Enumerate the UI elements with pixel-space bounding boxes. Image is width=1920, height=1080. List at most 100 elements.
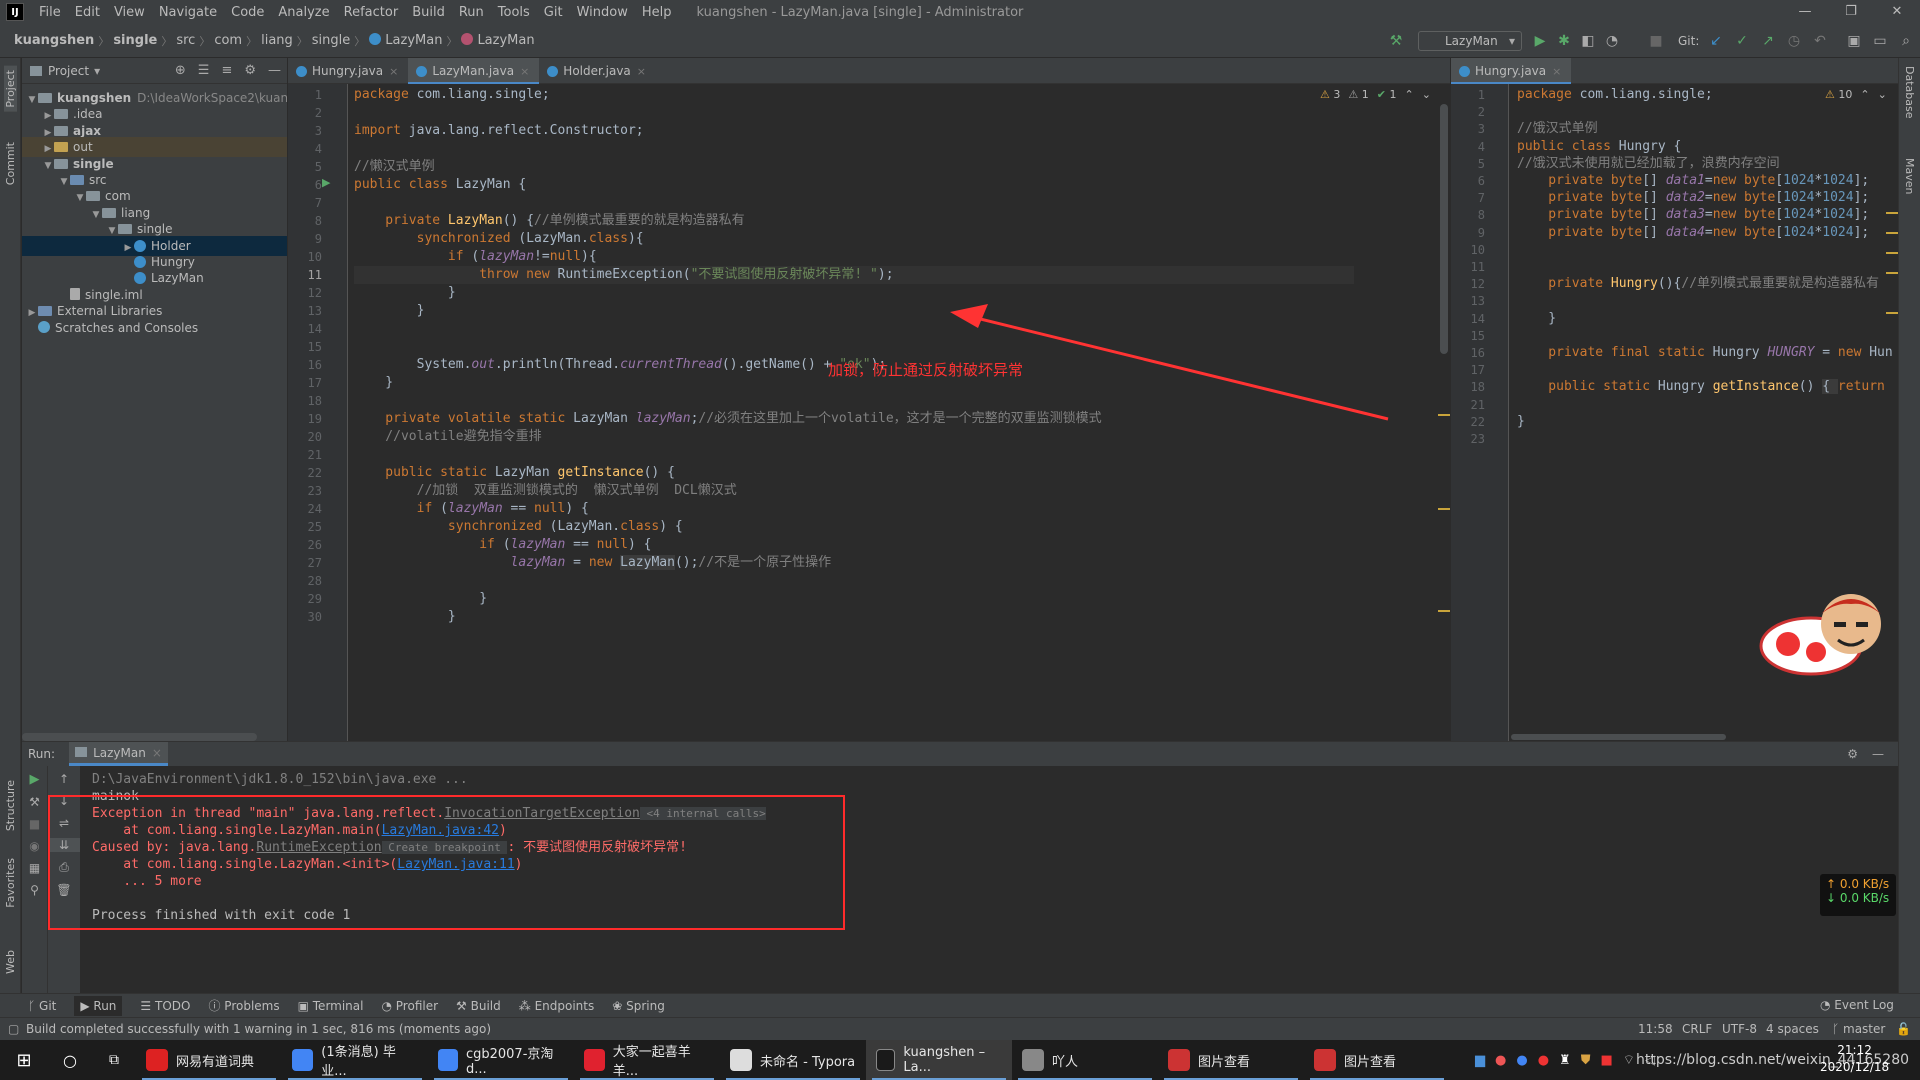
task-view-icon[interactable]: ⧉ — [92, 1052, 136, 1068]
search-circle-icon[interactable]: ○ — [48, 1051, 92, 1070]
menu-item-help[interactable]: Help — [635, 5, 679, 20]
tray-app-icon[interactable]: ♜ — [1559, 1053, 1571, 1068]
tool-window-favorites[interactable]: Favorites — [4, 858, 17, 908]
editor-tab[interactable]: Hungry.java × — [1451, 58, 1572, 85]
breadcrumb-project[interactable]: kuangshen — [10, 33, 98, 48]
tool-tab-todo[interactable]: ☰ TODO — [140, 999, 190, 1013]
minimize-button[interactable]: — — [1782, 0, 1828, 24]
menu-item-analyze[interactable]: Analyze — [271, 5, 336, 20]
run-icon[interactable]: ▶ — [1532, 33, 1548, 49]
layout-icon[interactable]: ▦ — [22, 861, 47, 875]
gear-icon[interactable]: ⚙ — [244, 63, 256, 78]
tool-window-maven[interactable]: Maven — [1903, 158, 1916, 194]
close-icon[interactable]: × — [1552, 65, 1561, 78]
stop-icon[interactable]: ■ — [22, 817, 47, 831]
horizontal-scrollbar[interactable] — [22, 733, 257, 741]
menu-item-tools[interactable]: Tools — [491, 5, 537, 20]
editor-tab[interactable]: Holder.java × — [539, 58, 656, 84]
inspection-widget-right[interactable]: ⚠ 10 ⌃ ⌄ — [1821, 88, 1887, 101]
tray-app-icon[interactable]: ● — [1495, 1053, 1506, 1068]
hide-icon[interactable]: — — [1872, 747, 1884, 761]
menu-item-code[interactable]: Code — [224, 5, 271, 20]
taskbar-app[interactable]: 大家一起喜羊羊... — [574, 1040, 720, 1080]
chevron-down-icon[interactable]: ▾ — [94, 64, 100, 78]
menu-item-navigate[interactable]: Navigate — [152, 5, 224, 20]
close-icon[interactable]: × — [152, 746, 162, 760]
caret-position[interactable]: 11:58 — [1638, 1018, 1673, 1040]
wifi-icon[interactable]: ⌔ — [1623, 1052, 1635, 1068]
taskbar-app[interactable]: 图片查看 — [1158, 1040, 1304, 1080]
run-tab[interactable]: LazyMan × — [69, 742, 168, 766]
project-structure-icon[interactable]: ▣ — [1846, 33, 1862, 49]
close-icon[interactable]: × — [637, 65, 646, 78]
status-message[interactable]: Build completed successfully with 1 warn… — [26, 1018, 491, 1040]
pin-icon[interactable]: ⚲ — [22, 883, 47, 897]
collapse-all-icon[interactable]: ≡ — [221, 63, 232, 78]
tool-tab-problems[interactable]: ⓘ Problems — [208, 997, 279, 1014]
tray-app-icon[interactable]: ● — [1538, 1053, 1549, 1068]
editor-tab[interactable]: Hungry.java × — [288, 58, 408, 84]
error-stripe-mark[interactable] — [1886, 252, 1898, 254]
taskbar-app[interactable]: 网易有道词典 — [136, 1040, 282, 1080]
tree-item[interactable]: Scratches and Consoles — [22, 318, 287, 338]
hide-icon[interactable]: — — [268, 63, 281, 78]
debug-icon[interactable]: ✱ — [1556, 33, 1572, 49]
gear-icon[interactable]: ⚙ — [1847, 747, 1858, 761]
taskbar-app[interactable]: 图片查看 — [1304, 1040, 1450, 1080]
menu-item-run[interactable]: Run — [452, 5, 491, 20]
tool-window-database[interactable]: Database — [1903, 66, 1916, 119]
close-icon[interactable]: × — [520, 65, 529, 78]
horizontal-scrollbar[interactable] — [1511, 734, 1726, 740]
file-encoding[interactable]: UTF-8 — [1722, 1018, 1757, 1040]
breadcrumb-com[interactable]: com — [210, 33, 246, 48]
locate-icon[interactable]: ⊕ — [175, 63, 186, 78]
rollback-icon[interactable]: ↶ — [1812, 33, 1828, 49]
close-icon[interactable]: × — [389, 65, 398, 78]
tool-tab-spring[interactable]: ❀ Spring — [612, 999, 665, 1013]
indent-setting[interactable]: 4 spaces — [1766, 1018, 1819, 1040]
menu-item-build[interactable]: Build — [405, 5, 452, 20]
project-panel-title[interactable]: Project — [48, 64, 89, 78]
editor-tab[interactable]: LazyMan.java × — [408, 58, 540, 85]
taskbar-app[interactable]: kuangshen – La... — [866, 1040, 1012, 1080]
tray-app-icon[interactable]: ● — [1516, 1053, 1527, 1068]
taskbar-app[interactable]: (1条消息) 毕业... — [282, 1040, 428, 1080]
line-separator[interactable]: CRLF — [1682, 1018, 1712, 1040]
error-stripe-mark[interactable] — [1886, 272, 1898, 274]
git-commit-icon[interactable]: ✓ — [1734, 33, 1750, 49]
profiler-icon[interactable]: ◔ — [1604, 33, 1620, 49]
menu-item-edit[interactable]: Edit — [68, 5, 107, 20]
maximize-button[interactable]: ❐ — [1828, 0, 1874, 24]
stop-icon[interactable]: ■ — [1648, 33, 1664, 49]
taskbar-app[interactable]: 吖人 — [1012, 1040, 1158, 1080]
tool-window-project[interactable]: Project — [4, 66, 17, 112]
run-configuration-select[interactable]: LazyMan ▾ — [1418, 31, 1522, 51]
breadcrumb-class[interactable]: LazyMan — [365, 33, 446, 48]
tool-window-structure[interactable]: Structure — [4, 780, 17, 831]
breadcrumb-single[interactable]: single — [308, 33, 355, 48]
taskbar-app[interactable]: cgb2007-京淘d... — [428, 1040, 574, 1080]
layout-icon[interactable]: ▭ — [1872, 33, 1888, 49]
error-stripe-mark[interactable] — [1886, 312, 1898, 314]
menu-item-file[interactable]: File — [32, 5, 68, 20]
expand-all-icon[interactable]: ☰ — [198, 63, 210, 78]
lock-icon[interactable]: 🔓 — [1896, 1018, 1911, 1040]
tool-tab-profiler[interactable]: ◔ Profiler — [381, 999, 438, 1013]
git-update-icon[interactable]: ↙ — [1708, 33, 1724, 49]
wrench-icon[interactable]: ⚒ — [22, 795, 47, 809]
tool-tab-build[interactable]: ⚒ Build — [456, 999, 501, 1013]
tray-app-icon[interactable]: ■ — [1600, 1053, 1612, 1068]
menu-item-window[interactable]: Window — [570, 5, 635, 20]
windows-start-icon[interactable]: ⊞ — [0, 1050, 48, 1071]
event-log-button[interactable]: ◔ Event Log — [1820, 998, 1894, 1012]
breadcrumb-liang[interactable]: liang — [257, 33, 297, 48]
error-stripe-mark[interactable] — [1886, 212, 1898, 214]
taskbar-app[interactable]: 未命名 - Typora — [720, 1040, 866, 1080]
tool-window-web[interactable]: Web — [4, 950, 17, 974]
search-icon[interactable]: ⌕ — [1898, 33, 1914, 49]
error-stripe-mark[interactable] — [1886, 232, 1898, 234]
git-branch[interactable]: ᚴ master — [1832, 1018, 1885, 1040]
arrow-up-icon[interactable]: ↑ — [48, 772, 80, 786]
menu-item-refactor[interactable]: Refactor — [337, 5, 406, 20]
editor-left[interactable]: 1 2 3 4 5 6 7 8 9 10 11 12 13 14 15 16 17 18 19 20 21 22 23 24 2… — [288, 84, 1450, 741]
